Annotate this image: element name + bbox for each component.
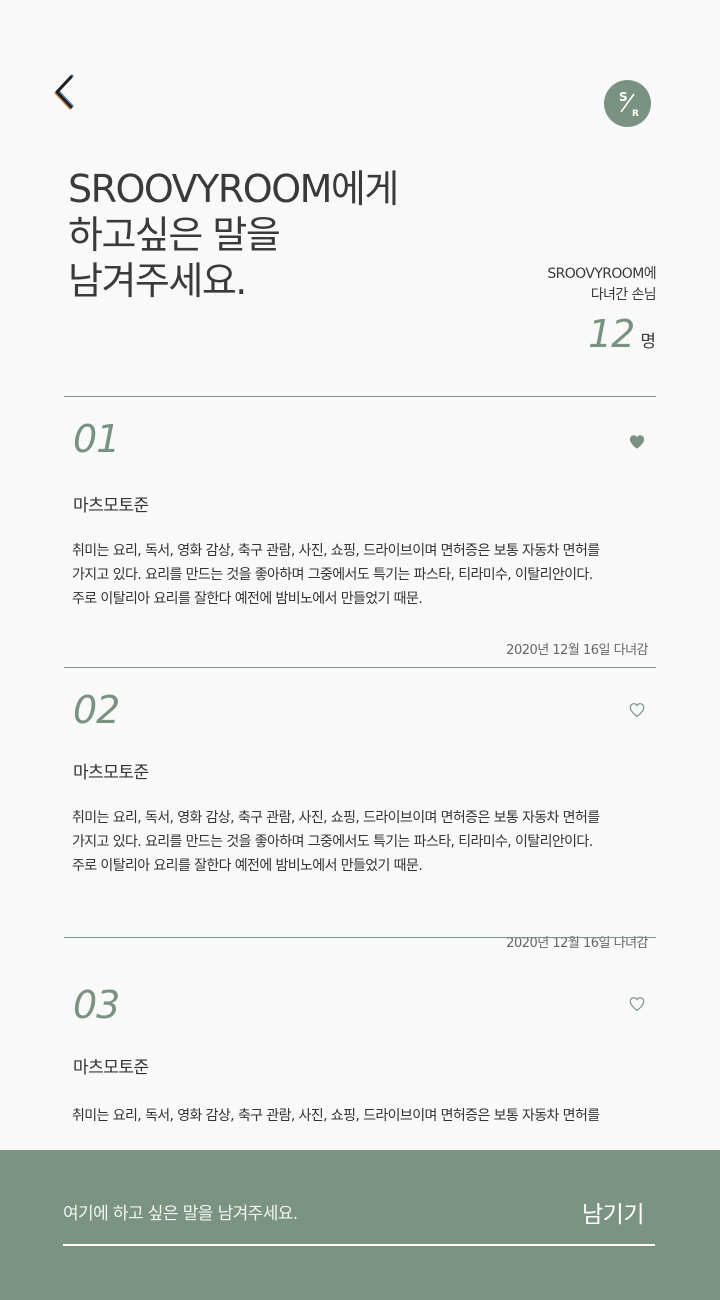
like-button[interactable] [628,701,646,719]
entry-number: 03 [73,983,120,1027]
like-button[interactable] [628,433,646,451]
back-button[interactable] [50,72,80,112]
entry-body-line: 주로 이탈리아 요리를 잘한다 예전에 밤비노에서 만들었기 때문. [72,591,423,607]
visitor-label-line: 다녀간 손님 [590,287,657,303]
entry-body-line: 취미는 요리, 독서, 영화 감상, 축구 관람, 사진, 쇼핑, 드라이브이며… [72,1108,600,1124]
guestbook-entry: 01 마츠모토준 취미는 요리, 독서, 영화 감상, 축구 관람, 사진, 쇼… [64,396,656,667]
visitor-count-box: SROOVYROOM에 다녀간 손님 12 명 [547,264,656,356]
entry-body: 취미는 요리, 독서, 영화 감상, 축구 관람, 사진, 쇼핑, 드라이브이며… [72,806,658,878]
logo-letter-bottom: R [632,109,639,119]
entry-body-line: 가지고 있다. 요리를 만드는 것을 좋아하며 그중에서도 특기는 파스타, 티… [72,567,593,583]
message-input[interactable] [63,1196,543,1232]
heart-outline-icon [629,703,645,718]
entry-body: 취미는 요리, 독서, 영화 감상, 축구 관람, 사진, 쇼핑, 드라이브이며… [72,1104,658,1128]
entry-body-line: 취미는 요리, 독서, 영화 감상, 축구 관람, 사진, 쇼핑, 드라이브이며… [72,543,600,559]
entry-author: 마츠모토준 [73,763,149,783]
page-title-line: 하고싶은 말을 [68,213,281,257]
entry-date: 2020년 12월 16일 다녀감 [506,643,648,658]
visitor-label-line: SROOVYROOM에 [547,266,656,282]
message-composer: 남기기 [0,1150,720,1300]
entry-body-line: 취미는 요리, 독서, 영화 감상, 축구 관람, 사진, 쇼핑, 드라이브이며… [72,810,600,826]
visitor-label: SROOVYROOM에 다녀간 손님 [547,264,656,306]
page-title-line: 남겨주세요. [68,259,247,303]
logo-letter-top: S [619,90,628,104]
input-underline [63,1244,655,1246]
heart-filled-icon [629,435,645,449]
visitor-count: 12 [588,312,635,356]
entry-author: 마츠모토준 [73,496,149,516]
like-button[interactable] [628,995,646,1013]
entry-body-line: 가지고 있다. 요리를 만드는 것을 좋아하며 그중에서도 특기는 파스타, 티… [72,834,593,850]
visitor-count-row: 12 명 [547,312,656,356]
chevron-left-icon [54,74,74,110]
guestbook-list: 01 마츠모토준 취미는 요리, 독서, 영화 감상, 축구 관람, 사진, 쇼… [64,396,656,1238]
entry-number: 01 [73,417,120,461]
page-title: SROOVYROOM에게 하고싶은 말을 남겨주세요. [68,166,399,304]
page-title-line: SROOVYROOM에게 [68,167,399,211]
guestbook-entry: 02 마츠모토준 취미는 요리, 독서, 영화 감상, 축구 관람, 사진, 쇼… [64,667,658,951]
entry-number: 02 [73,688,120,732]
entry-author: 마츠모토준 [73,1058,149,1078]
entry-body-line: 주로 이탈리아 요리를 잘한다 예전에 밤비노에서 만들었기 때문. [72,858,423,874]
visitor-unit: 명 [640,332,656,352]
entry-body: 취미는 요리, 독서, 영화 감상, 축구 관람, 사진, 쇼핑, 드라이브이며… [72,539,658,611]
heart-outline-icon [629,997,645,1012]
submit-button[interactable]: 남기기 [570,1190,656,1234]
brand-logo: S R [604,80,651,127]
